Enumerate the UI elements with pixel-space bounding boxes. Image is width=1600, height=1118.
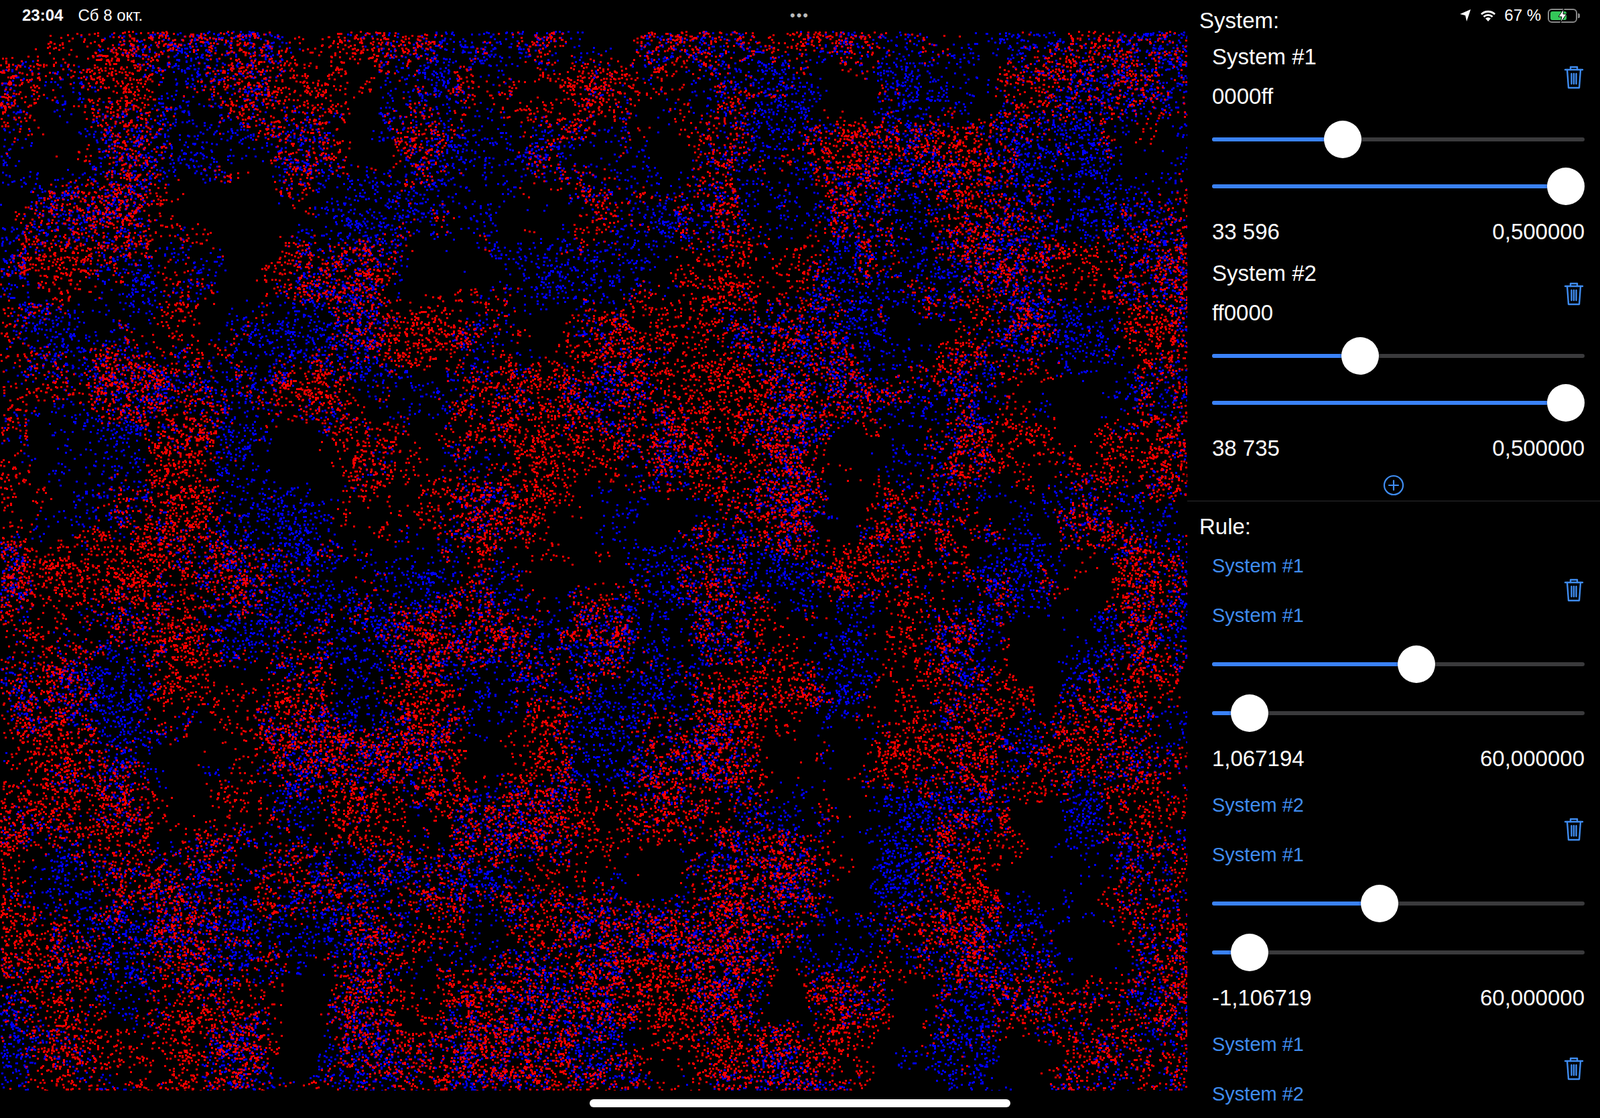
slider[interactable] bbox=[1212, 710, 1585, 715]
slider-knob[interactable] bbox=[1323, 120, 1362, 159]
multitasking-button[interactable]: ••• bbox=[789, 6, 810, 25]
rule-values: -1,106719 60,000000 bbox=[1212, 976, 1585, 1019]
rule-target[interactable]: System #1 bbox=[1212, 590, 1564, 640]
system-value: 0,500000 bbox=[1492, 435, 1585, 461]
rule-header: System #1System #2 bbox=[1212, 1018, 1585, 1118]
settings-panel: System:System #10000ff33 5960,500000Syst… bbox=[1187, 0, 1600, 1118]
system-header: System #2ff0000 bbox=[1212, 253, 1585, 333]
system-header: System #10000ff bbox=[1212, 36, 1585, 117]
trash-icon[interactable] bbox=[1563, 816, 1585, 842]
slider-fill bbox=[1212, 400, 1566, 405]
rule-header: System #2System #1 bbox=[1212, 779, 1585, 879]
trash-icon[interactable] bbox=[1563, 64, 1585, 90]
slider-row bbox=[1212, 332, 1585, 379]
home-indicator[interactable] bbox=[589, 1098, 1011, 1107]
slider-knob[interactable] bbox=[1341, 337, 1379, 375]
separator bbox=[1187, 500, 1600, 502]
rule-target[interactable]: System #1 bbox=[1212, 830, 1564, 879]
location-icon bbox=[1458, 8, 1473, 23]
slider-knob[interactable] bbox=[1547, 383, 1585, 422]
battery-icon bbox=[1547, 8, 1578, 23]
slider-knob[interactable] bbox=[1397, 645, 1436, 683]
rule-source[interactable]: System #1 bbox=[1212, 540, 1564, 591]
slider-knob[interactable] bbox=[1230, 694, 1269, 732]
rule-source[interactable]: System #2 bbox=[1212, 779, 1564, 831]
particle-count: 38 735 bbox=[1212, 435, 1280, 461]
slider-fill bbox=[1212, 184, 1566, 189]
trash-icon[interactable] bbox=[1563, 1055, 1585, 1081]
slider[interactable] bbox=[1212, 353, 1585, 358]
particle-canvas bbox=[0, 30, 1188, 1091]
battery-reading: 67 % bbox=[1504, 6, 1542, 25]
trash-icon[interactable] bbox=[1563, 576, 1585, 603]
system-item: System #2ff0000 38 735 0,500000 bbox=[1187, 253, 1600, 470]
system-title: System #2 bbox=[1212, 253, 1564, 293]
trash-icon[interactable] bbox=[1563, 280, 1585, 307]
slider-row bbox=[1212, 162, 1585, 211]
slider-row bbox=[1212, 378, 1585, 427]
battery-nub bbox=[1577, 13, 1580, 19]
slider-row bbox=[1212, 927, 1585, 977]
rule-source[interactable]: System #1 bbox=[1212, 1018, 1564, 1070]
slider-knob[interactable] bbox=[1230, 933, 1269, 971]
rule-item: System #1System #1 1,067194 60,000000 bbox=[1187, 540, 1600, 780]
rule-values: 1,067194 60,000000 bbox=[1212, 737, 1585, 780]
rule-item: System #2System #1 -1,106719 60,000000 bbox=[1187, 779, 1600, 1019]
slider-row bbox=[1212, 688, 1585, 738]
date: Сб 8 окт. bbox=[77, 6, 143, 25]
slider-row bbox=[1212, 116, 1585, 163]
status-right: 67 % bbox=[809, 6, 1578, 25]
system-color[interactable]: ff0000 bbox=[1212, 292, 1564, 333]
slider[interactable] bbox=[1212, 950, 1585, 955]
system-value: 0,500000 bbox=[1492, 219, 1585, 245]
rule-radius: 60,000000 bbox=[1480, 745, 1585, 772]
section-title: Rule: bbox=[1187, 501, 1600, 541]
slider-fill bbox=[1212, 901, 1380, 906]
add-system-row bbox=[1187, 469, 1600, 501]
rule-target[interactable]: System #2 bbox=[1212, 1069, 1564, 1118]
slider[interactable] bbox=[1212, 137, 1585, 142]
status-bar: 23:04 Сб 8 окт. ••• 67 % bbox=[0, 0, 1600, 31]
slider-fill bbox=[1212, 661, 1417, 666]
system-color[interactable]: 0000ff bbox=[1212, 76, 1564, 117]
rule-force: -1,106719 bbox=[1212, 984, 1312, 1011]
charging-icon bbox=[1557, 8, 1568, 23]
add-icon[interactable] bbox=[1382, 474, 1405, 496]
particle-count: 33 596 bbox=[1212, 219, 1280, 245]
rule-force: 1,067194 bbox=[1212, 745, 1305, 772]
status-left: 23:04 Сб 8 окт. bbox=[22, 6, 790, 25]
slider-fill bbox=[1212, 137, 1343, 142]
slider-knob[interactable] bbox=[1360, 884, 1399, 922]
system-values: 38 735 0,500000 bbox=[1212, 426, 1585, 470]
slider[interactable] bbox=[1212, 661, 1585, 666]
slider-fill bbox=[1212, 353, 1361, 358]
slider[interactable] bbox=[1212, 184, 1585, 189]
slider[interactable] bbox=[1212, 400, 1585, 405]
slider-row bbox=[1212, 878, 1585, 928]
rule-header: System #1System #1 bbox=[1212, 540, 1585, 640]
system-values: 33 596 0,500000 bbox=[1212, 210, 1585, 254]
slider-row bbox=[1212, 639, 1585, 689]
clock: 23:04 bbox=[22, 6, 63, 25]
rule-radius: 60,000000 bbox=[1480, 984, 1585, 1011]
system-title: System #1 bbox=[1212, 36, 1564, 77]
system-item: System #10000ff 33 596 0,500000 bbox=[1187, 36, 1600, 254]
slider-knob[interactable] bbox=[1547, 167, 1585, 206]
slider[interactable] bbox=[1212, 901, 1585, 906]
wifi-icon bbox=[1478, 8, 1498, 23]
rule-item: System #1System #2 bbox=[1187, 1018, 1600, 1118]
